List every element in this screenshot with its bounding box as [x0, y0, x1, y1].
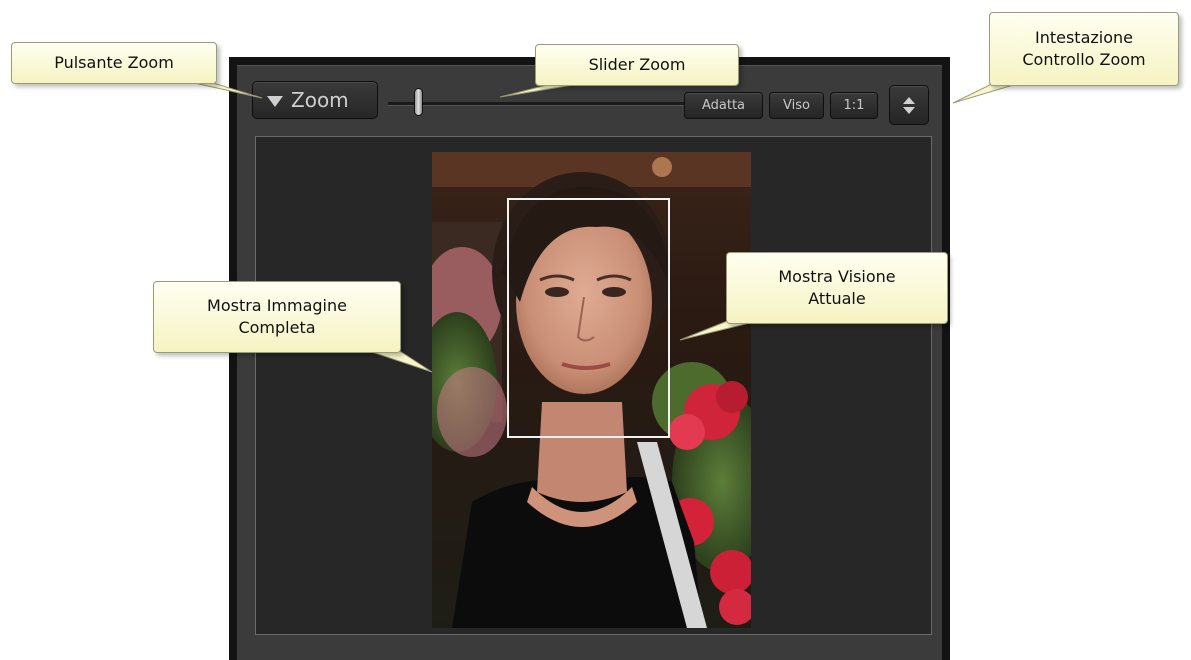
- callout-zoom-header-box: Intestazione Controllo Zoom: [989, 12, 1179, 86]
- callout-zoom-button-box: Pulsante Zoom: [11, 42, 217, 84]
- one-to-one-button[interactable]: 1:1: [830, 92, 878, 119]
- callout-zoom-header-line1: Intestazione: [1034, 28, 1133, 47]
- callout-current-view-line2: Attuale: [808, 289, 866, 308]
- zoom-button[interactable]: Zoom: [252, 81, 378, 119]
- zoom-button-label: Zoom: [291, 88, 349, 112]
- callout-zoom-slider-box: Slider Zoom: [535, 44, 739, 86]
- face-button[interactable]: Viso: [769, 92, 824, 119]
- callout-full-image-box: Mostra Immagine Completa: [153, 281, 401, 353]
- callout-full-image-line2: Completa: [238, 318, 316, 337]
- fit-button[interactable]: Adatta: [684, 92, 763, 119]
- zoom-panel: Zoom Adatta Viso 1:1: [229, 57, 950, 660]
- callout-current-view-box: Mostra Visione Attuale: [726, 252, 948, 324]
- image-viewer[interactable]: [255, 136, 932, 635]
- callout-current-view-line1: Mostra Visione: [778, 267, 896, 286]
- callout-zoom-header-line2: Controllo Zoom: [1022, 50, 1146, 69]
- zoom-panel-body: Zoom Adatta Viso 1:1: [237, 65, 942, 660]
- callout-full-image-line1: Mostra Immagine: [207, 296, 347, 315]
- zoom-slider-thumb[interactable]: [414, 88, 423, 116]
- arrow-down-icon: [903, 106, 915, 114]
- up-down-arrows-icon[interactable]: [889, 85, 929, 125]
- triangle-down-icon: [267, 95, 283, 107]
- callout-zoom-button-text: Pulsante Zoom: [54, 53, 174, 72]
- zoom-slider-track[interactable]: [388, 102, 688, 106]
- arrow-up-icon: [903, 96, 915, 104]
- current-view-rectangle[interactable]: [507, 198, 670, 438]
- callout-zoom-slider-text: Slider Zoom: [588, 55, 686, 74]
